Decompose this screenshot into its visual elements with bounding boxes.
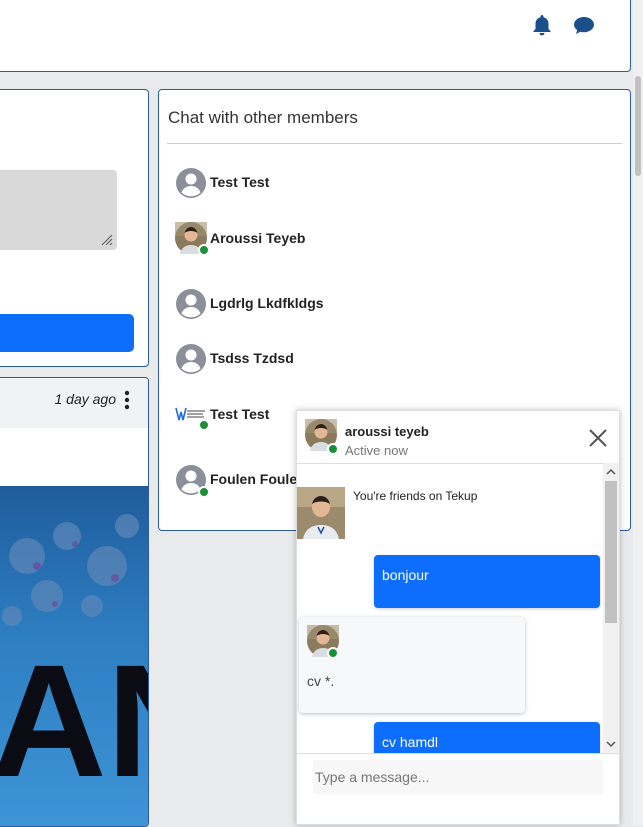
post-textarea[interactable] <box>0 170 117 250</box>
create-post-card <box>0 89 149 367</box>
member-name: Aroussi Teyeb <box>210 230 306 246</box>
message-composer <box>297 753 619 827</box>
message-input[interactable] <box>313 760 603 794</box>
chat-bubble-icon[interactable] <box>572 13 596 37</box>
post-image-text: AN <box>0 631 149 810</box>
chat-popup: aroussi teyeb Active now You're friends … <box>296 410 620 825</box>
message-scrollbar-thumb[interactable] <box>605 481 617 623</box>
scroll-down-icon[interactable] <box>606 739 616 749</box>
member-name: Foulen Fouler <box>210 471 303 487</box>
member-name: Test Test <box>210 406 270 422</box>
divider <box>167 143 622 144</box>
friend-profile-photo <box>297 487 345 539</box>
online-indicator <box>198 419 210 431</box>
scroll-up-icon[interactable] <box>606 467 616 477</box>
top-navbar <box>0 0 631 72</box>
online-indicator <box>198 244 210 256</box>
page-scrollbar[interactable] <box>633 0 643 825</box>
page-scrollbar-thumb[interactable] <box>635 76 641 176</box>
contact-status: Active now <box>345 443 408 458</box>
online-indicator <box>198 486 210 498</box>
member-name: Test Test <box>210 174 270 190</box>
members-chat-title: Chat with other members <box>168 108 358 127</box>
more-options-icon[interactable] <box>124 390 130 410</box>
post-card: 1 day ago AN <box>0 377 149 827</box>
contact-name: aroussi teyeb <box>345 424 429 439</box>
chat-popup-header: aroussi teyeb Active now <box>297 411 619 464</box>
member-name: Tsdss Tzdsd <box>210 350 294 366</box>
post-image-art: AN <box>0 514 149 810</box>
post-time: 1 day ago <box>54 391 117 407</box>
online-indicator <box>327 647 339 659</box>
message-list: You're friends on Tekup bonjour cv *. cv… <box>297 463 605 753</box>
sent-message: cv hamdl <box>374 722 600 753</box>
post-header: 1 day ago <box>0 378 148 428</box>
received-message: cv *. <box>299 617 525 713</box>
post-image[interactable]: AN <box>0 486 149 826</box>
resize-grip-icon[interactable] <box>99 232 113 246</box>
default-user-icon <box>176 168 206 198</box>
message-scrollbar[interactable] <box>603 463 619 753</box>
sent-message: bonjour <box>374 555 600 608</box>
default-user-icon <box>176 344 206 374</box>
friends-notice: You're friends on Tekup <box>353 489 478 503</box>
online-indicator <box>327 443 339 455</box>
message-text: cv *. <box>307 673 335 689</box>
message-text: cv hamdl <box>382 734 439 750</box>
bell-icon[interactable] <box>530 13 554 37</box>
message-text: bonjour <box>382 567 429 583</box>
post-submit-button[interactable] <box>0 314 134 352</box>
member-name: Lgdrlg Lkdfkldgs <box>210 295 324 311</box>
close-icon[interactable] <box>587 427 609 449</box>
default-user-icon <box>176 289 206 319</box>
